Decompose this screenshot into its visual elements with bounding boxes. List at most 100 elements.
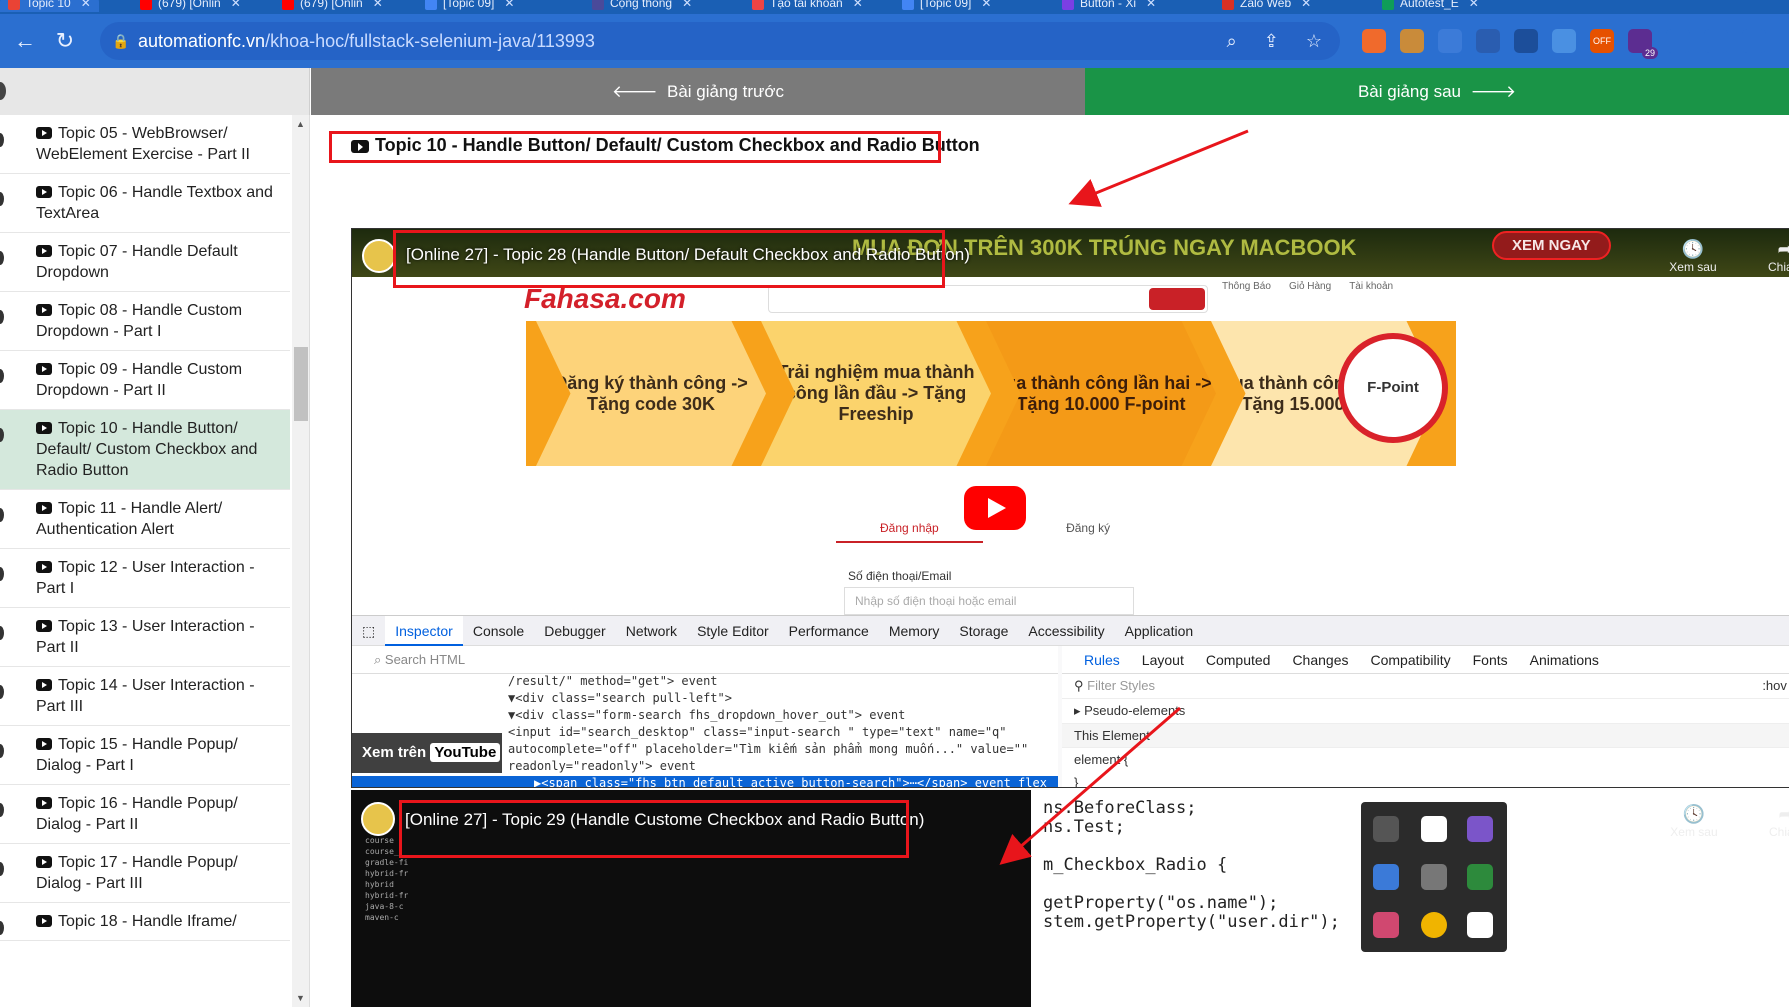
sidebar-item[interactable]: Topic 14 - User Interaction - Part III (0, 667, 290, 726)
sidebar-item[interactable]: Topic 05 - WebBrowser/ WebElement Exerci… (0, 115, 290, 174)
html-tree-line[interactable]: autocomplete="off" placeholder="Tìm kiếm… (508, 742, 1058, 759)
browser-tab[interactable]: Button - Xi ✕ (1062, 0, 1156, 12)
scroll-up-icon[interactable]: ▲ (296, 119, 305, 129)
tray-slack-icon[interactable] (1373, 912, 1399, 938)
tab-close-icon[interactable]: ✕ (1301, 0, 1311, 10)
share-icon[interactable]: ⇪ (1264, 22, 1279, 60)
list-icon[interactable] (1704, 29, 1728, 53)
sidebar-item[interactable]: Topic 06 - Handle Textbox and TextArea (0, 174, 290, 233)
watch-on-youtube[interactable]: Xem trên YouTube (352, 733, 502, 773)
browser-tab[interactable]: Cộng thông ✕ (592, 0, 692, 12)
devtools-tab[interactable]: Performance (779, 616, 879, 646)
tab-close-icon[interactable]: ✕ (1469, 0, 1479, 10)
rules-tab[interactable]: Computed (1206, 646, 1271, 674)
puzzle-icon[interactable] (1666, 29, 1690, 53)
element-picker-icon[interactable]: ⬚ (352, 616, 385, 646)
tab-close-icon[interactable]: ✕ (504, 0, 514, 10)
tray-feather-icon[interactable] (1467, 816, 1493, 842)
previous-lecture-button[interactable]: 🡐 Bài giảng trước (311, 68, 1085, 115)
devtools-tab[interactable]: Inspector (385, 616, 463, 646)
tray-v-icon[interactable] (1467, 912, 1493, 938)
record-icon[interactable] (1514, 29, 1538, 53)
video-player-1[interactable]: MUA ĐƠN TRÊN 300K TRÚNG NGAY MACBOOK XEM… (351, 228, 1789, 788)
tab-close-icon[interactable]: ✕ (81, 0, 91, 10)
scroll-down-icon[interactable]: ▼ (296, 993, 305, 1003)
off-icon[interactable]: OFF (1590, 29, 1614, 53)
tab-close-icon[interactable]: ✕ (682, 0, 692, 10)
browser-tab[interactable]: Autotest_E ✕ (1382, 0, 1479, 12)
tray-terminal-icon[interactable] (1467, 864, 1493, 890)
sidebar-item[interactable]: Topic 12 - User Interaction - Part I (0, 549, 290, 608)
devtools-tab[interactable]: Network (616, 616, 687, 646)
sidebar-item[interactable]: Topic 11 - Handle Alert/ Authentication … (0, 490, 290, 549)
rules-tab[interactable]: Changes (1292, 646, 1348, 674)
devtools-tab[interactable]: Debugger (534, 616, 616, 646)
sidebar-item[interactable]: Topic 18 - Handle Iframe/ (0, 903, 290, 941)
browser-tab[interactable]: Topic 10 ✕ (0, 0, 99, 12)
browser-tab[interactable]: Tạo tài khoản ✕ (752, 0, 863, 12)
html-tree-line[interactable]: <input id="search_desktop" class="input-… (508, 725, 1058, 742)
browser-tab[interactable]: (679) [Onlin ✕ (282, 0, 383, 12)
rules-tab[interactable]: Compatibility (1370, 646, 1450, 674)
next-lecture-button[interactable]: Bài giảng sau 🡒 (1085, 68, 1789, 115)
bookmark-star-icon[interactable]: ☆ (1306, 22, 1322, 60)
scrollbar-thumb[interactable] (294, 347, 308, 421)
play-button[interactable] (964, 486, 1026, 530)
sidebar-item[interactable]: Topic 17 - Handle Popup/ Dialog - Part I… (0, 844, 290, 903)
browser-tab[interactable]: (679) [Onlin ✕ (140, 0, 241, 12)
cookie-icon[interactable] (1400, 29, 1424, 53)
tray-app-icon[interactable] (1373, 816, 1399, 842)
sidebar-item[interactable]: Topic 10 - Handle Button/ Default/ Custo… (0, 410, 290, 490)
url-field[interactable]: 🔒 automationfc.vn/khoa-hoc/fullstack-sel… (100, 22, 1340, 60)
rules-tab[interactable]: Rules (1084, 646, 1120, 674)
sidebar-icon[interactable] (1742, 29, 1766, 53)
devtools-tab[interactable]: Storage (949, 616, 1018, 646)
devtools-tab[interactable]: Accessibility (1018, 616, 1114, 646)
target-icon[interactable] (1362, 29, 1386, 53)
rules-tab[interactable]: Animations (1530, 646, 1599, 674)
sidebar-scrollbar[interactable]: ▲ ▼ (292, 115, 309, 1007)
channel-avatar-2[interactable] (361, 802, 395, 836)
rules-tab[interactable]: Fonts (1473, 646, 1508, 674)
shield-icon[interactable] (1552, 29, 1576, 53)
watch-later-button-2[interactable]: 🕓 Xem sau (1646, 804, 1717, 839)
sidebar-item[interactable]: Topic 16 - Handle Popup/ Dialog - Part I… (0, 785, 290, 844)
share-button[interactable]: ➦Chia s (1744, 239, 1789, 274)
sidebar-item[interactable]: Topic 09 - Handle Custom Dropdown - Part… (0, 351, 290, 410)
devtools-tab[interactable]: Console (463, 616, 534, 646)
tray-chrome-icon[interactable] (1421, 912, 1447, 938)
browser-tab[interactable]: Zalo Web ✕ (1222, 0, 1311, 12)
devtools-tab[interactable]: Memory (879, 616, 950, 646)
calculator-icon[interactable] (1438, 29, 1462, 53)
toggle-icon[interactable] (1476, 29, 1500, 53)
devtools-tab[interactable]: Style Editor (687, 616, 779, 646)
html-tree-line[interactable]: ▶<span class="fhs_btn_default active but… (352, 776, 1058, 787)
hat-icon[interactable]: 29 (1628, 29, 1658, 59)
tab-close-icon[interactable]: ✕ (231, 0, 241, 10)
html-tree-line[interactable]: readonly="readonly"> event (508, 759, 1058, 776)
sidebar-item[interactable]: Topic 15 - Handle Popup/ Dialog - Part I (0, 726, 290, 785)
zoom-icon[interactable]: ⌕ (1227, 22, 1237, 60)
tab-close-icon[interactable]: ✕ (853, 0, 863, 10)
html-tree-line[interactable]: ▼<div class="form-search fhs_dropdown_ho… (508, 708, 1058, 725)
tray-shield-icon[interactable] (1421, 816, 1447, 842)
sidebar-item[interactable]: Topic 13 - User Interaction - Part II (0, 608, 290, 667)
html-tree-line[interactable]: /result/" method="get"> event (508, 674, 1058, 691)
tab-close-icon[interactable]: ✕ (981, 0, 991, 10)
browser-tab[interactable]: [Topic 09] ✕ (902, 0, 991, 12)
devtools-tab[interactable]: Application (1115, 616, 1204, 646)
tray-grid-icon[interactable] (1373, 864, 1399, 890)
tab-close-icon[interactable]: ✕ (373, 0, 383, 10)
tab-close-icon[interactable]: ✕ (1146, 0, 1156, 10)
rules-tab[interactable]: Layout (1142, 646, 1184, 674)
browser-tab[interactable]: [Topic 09] ✕ (425, 0, 514, 12)
back-icon[interactable]: ← (8, 24, 42, 58)
reload-icon[interactable]: ↻ (48, 24, 82, 58)
watch-later-button[interactable]: 🕓 Xem sau (1645, 239, 1716, 274)
channel-avatar[interactable] (362, 239, 396, 273)
tray-cloud-icon[interactable] (1421, 864, 1447, 890)
share-button-2[interactable]: ➦Chia s (1745, 804, 1789, 839)
html-tree-line[interactable]: ▼<div class="search pull-left"> (508, 691, 1058, 708)
sidebar-item[interactable]: Topic 07 - Handle Default Dropdown (0, 233, 290, 292)
sidebar-item[interactable]: Topic 08 - Handle Custom Dropdown - Part… (0, 292, 290, 351)
